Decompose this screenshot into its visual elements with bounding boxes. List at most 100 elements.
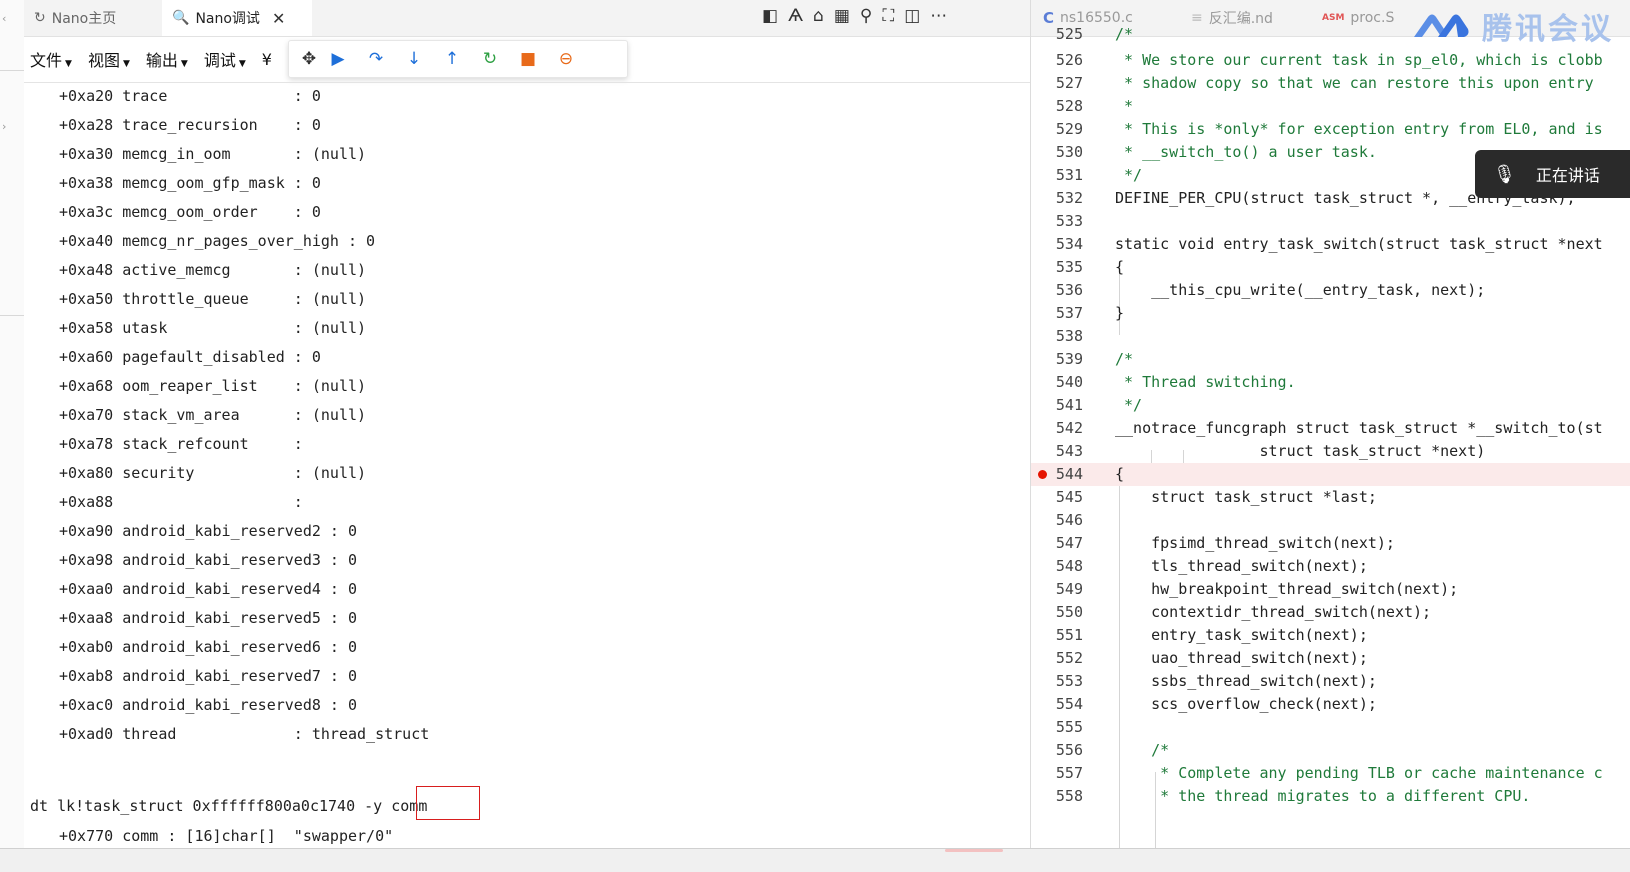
brush-icon[interactable]: ⌂	[813, 6, 824, 26]
struct-row: +0xab0 android_kabi_reserved6 : 0	[59, 638, 358, 656]
code-line: 547 fpsimd_thread_switch(next);	[1055, 534, 1395, 552]
tab-label: Nano主页	[51, 11, 117, 27]
move-handle-icon[interactable]: ✥	[297, 49, 321, 69]
struct-row: +0xa70 stack_vm_area : (null)	[59, 406, 367, 424]
toolbar-divider	[24, 82, 1030, 83]
menu-bar: 文件 ▼ 视图 ▼ 输出 ▼ 调试 ▼ ¥	[24, 38, 282, 80]
code-line: 557 * Complete any pending TLB or cache …	[1055, 764, 1603, 782]
split-icon[interactable]: ◫	[904, 6, 920, 26]
stop-icon[interactable]: ■	[509, 49, 547, 69]
menu-file[interactable]: 文件 ▼	[30, 47, 72, 71]
code-line: 537}	[1055, 304, 1125, 322]
disconnect-icon[interactable]: ⊖	[547, 49, 585, 69]
struct-row: +0xa50 throttle_queue : (null)	[59, 290, 367, 308]
menu-view[interactable]: 视图 ▼	[88, 47, 130, 71]
struct-row: +0xac0 android_kabi_reserved8 : 0	[59, 696, 358, 714]
code-line: 554 scs_overflow_check(next);	[1055, 695, 1377, 713]
tab-label: Nano调试	[195, 11, 260, 27]
code-line: 549 hw_breakpoint_thread_switch(next);	[1055, 580, 1459, 598]
code-line: 556 /*	[1055, 741, 1170, 759]
code-line: 545 struct task_struct *last;	[1055, 488, 1377, 506]
code-line: 546	[1055, 511, 1083, 529]
left-tab-bar: ↻ Nano主页 🔍 Nano调试 ✕ ◧ Ѧ ⌂ ▦ ⚲ ⛶ ◫ ⋯	[24, 0, 1030, 37]
struct-row: +0xa30 memcg_in_oom : (null)	[59, 145, 367, 163]
code-line: 551 entry_task_switch(next);	[1055, 626, 1368, 644]
code-line: 548 tls_thread_switch(next);	[1055, 557, 1368, 575]
grid-icon[interactable]: ▦	[834, 6, 850, 26]
code-line: 533	[1055, 212, 1083, 230]
code-line: 541 */	[1055, 396, 1143, 414]
struct-dump-output: +0xa20 trace : 0 +0xa28 trace_recursion …	[24, 84, 1030, 848]
fullscreen-icon[interactable]: ⛶	[882, 6, 894, 26]
outer-panel-edge: ‹ ›	[0, 0, 25, 871]
window-toolbar: ◧ Ѧ ⌂ ▦ ⚲ ⛶ ◫ ⋯	[762, 6, 947, 26]
code-line-breakpoint: 544{	[1031, 463, 1630, 486]
step-out-icon[interactable]: ↑	[433, 49, 471, 69]
code-line: 528 *	[1055, 97, 1134, 115]
debugger-pane: ↻ Nano主页 🔍 Nano调试 ✕ ◧ Ѧ ⌂ ▦ ⚲ ⛶ ◫ ⋯ 文件 ▼ …	[24, 0, 1030, 848]
command-line[interactable]: dt lk!task_struct 0xffffff800a0c1740 -y …	[30, 794, 427, 818]
status-indicator	[945, 849, 1003, 852]
speaking-indicator: 🎙 正在讲话	[1475, 150, 1630, 198]
struct-row: +0xad0 thread : thread_struct	[59, 725, 430, 743]
restart-icon[interactable]: ↻	[471, 49, 509, 69]
code-line: 538	[1055, 327, 1083, 345]
code-line: 535{	[1055, 258, 1125, 276]
code-line: 543 struct task_struct *next)	[1055, 442, 1486, 460]
code-line: 540 * Thread switching.	[1055, 373, 1296, 391]
struct-row: +0xa3c memcg_oom_order : 0	[59, 203, 321, 221]
find-icon[interactable]: ⚲	[860, 6, 872, 26]
highlight-box	[416, 786, 480, 820]
struct-row: +0xa78 stack_refcount :	[59, 435, 303, 453]
gutter-divider	[0, 70, 24, 71]
collapse-arrow-icon[interactable]: ‹	[2, 12, 6, 25]
menu-output[interactable]: 输出 ▼	[146, 47, 188, 71]
source-pane: C ns16550.c ≡ 反汇编.nd ASM proc.S 腾讯会议 525…	[1031, 0, 1630, 848]
struct-row: +0xa20 trace : 0	[59, 87, 321, 105]
struct-row: +0xa68 oom_reaper_list : (null)	[59, 377, 367, 395]
code-line: 536 __this_cpu_write(__entry_task, next)…	[1055, 281, 1486, 299]
struct-row: +0xa40 memcg_nr_pages_over_high : 0	[59, 232, 376, 250]
gutter-divider	[0, 315, 24, 316]
code-line: 529 * This is *only* for exception entry…	[1055, 120, 1603, 138]
code-line: 542 __notrace_funcgraph struct task_struc…	[1055, 419, 1603, 437]
menu-truncated[interactable]: ¥	[262, 50, 272, 69]
code-line: 527 * shadow copy so that we can restore…	[1055, 74, 1594, 92]
tab-nano-home[interactable]: ↻ Nano主页	[24, 0, 162, 36]
debug-toolbar: ✥ ▶ ↷ ↓ ↑ ↻ ■ ⊖	[288, 40, 628, 78]
struct-row: +0xaa0 android_kabi_reserved4 : 0	[59, 580, 358, 598]
step-into-icon[interactable]: ↓	[395, 49, 433, 69]
step-over-icon[interactable]: ↷	[357, 49, 395, 69]
code-line: 552 uao_thread_switch(next);	[1055, 649, 1368, 667]
font-icon[interactable]: Ѧ	[788, 6, 803, 26]
status-bar	[0, 848, 1630, 872]
expand-arrow-icon[interactable]: ›	[2, 120, 6, 133]
code-line: 525/*	[1055, 25, 1134, 43]
struct-row: +0xa88 :	[59, 493, 303, 511]
close-icon[interactable]: ✕	[272, 9, 285, 28]
code-line: 534 static void entry_task_switch(struct …	[1055, 235, 1603, 253]
struct-row: +0xa48 active_memcg : (null)	[59, 261, 367, 279]
command-text: dt lk!task_struct 0xffffff800a0c1740 -y	[30, 797, 392, 815]
tab-nano-debug[interactable]: 🔍 Nano调试 ✕	[162, 0, 312, 36]
struct-row: +0xa28 trace_recursion : 0	[59, 116, 321, 134]
code-line: 539/*	[1055, 350, 1134, 368]
continue-icon[interactable]: ▶	[319, 49, 357, 69]
microphone-icon: 🎙	[1493, 163, 1516, 185]
struct-row: +0xaa8 android_kabi_reserved5 : 0	[59, 609, 358, 627]
struct-row: +0xa38 memcg_oom_gfp_mask : 0	[59, 174, 321, 192]
menu-debug[interactable]: 调试 ▼	[204, 47, 246, 71]
code-line: 553 ssbs_thread_switch(next);	[1055, 672, 1377, 690]
struct-row: +0xa60 pagefault_disabled : 0	[59, 348, 321, 366]
asm-file-icon: ASM	[1322, 13, 1345, 23]
code-line: 555	[1055, 718, 1083, 736]
struct-row: +0xa58 utask : (null)	[59, 319, 367, 337]
debug-search-icon: 🔍	[172, 10, 190, 26]
code-line: 526 * We store our current task in sp_el…	[1055, 51, 1603, 69]
speaking-text: 正在讲话	[1535, 166, 1600, 185]
more-icon[interactable]: ⋯	[930, 6, 947, 26]
save-icon[interactable]: ◧	[762, 6, 778, 26]
nano-home-icon: ↻	[34, 10, 46, 26]
code-line: 558 * the thread migrates to a different…	[1055, 787, 1531, 805]
struct-row: +0xa98 android_kabi_reserved3 : 0	[59, 551, 358, 569]
